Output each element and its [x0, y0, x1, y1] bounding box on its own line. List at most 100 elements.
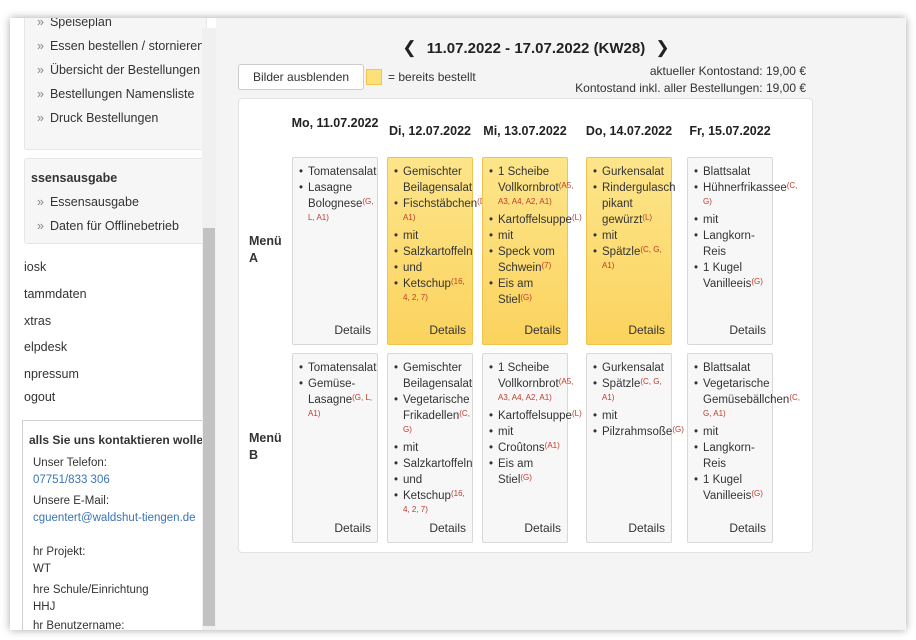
- meal-items-list: Tomatensalat Gemüse-Lasagne(G, L, A1): [293, 354, 377, 424]
- sidebar-link-extras[interactable]: xtras: [24, 314, 51, 328]
- meal-cell[interactable]: Blattsalat Hühnerfrikassee(C, G) mit Langko…: [687, 157, 797, 345]
- meal-cell[interactable]: 1 Scheibe Vollkornbrot(A5, A3, A4, A2, A…: [482, 353, 582, 543]
- meal-item-text: mit: [703, 426, 719, 438]
- meal-cell-ordered[interactable]: Gurkensalat Rindergulasch pikant gewürzt(…: [586, 157, 676, 345]
- meal-cell-ordered[interactable]: Gemischter BeilagensalatFischstäbchen(D,…: [387, 157, 488, 345]
- sidebar-panel-ordering: » Speiseplan » Essen bestellen / storniere…: [24, 18, 207, 150]
- contact-email[interactable]: cguentert@waldshut-tiengen.de: [33, 512, 196, 524]
- bullet-icon: »: [37, 18, 44, 29]
- sidebar-item-offline[interactable]: » Daten für Offlinebetrieb: [37, 219, 179, 233]
- meal-item: mit: [694, 212, 768, 228]
- meal-item-text: 1 Kugel Vanilleeis: [703, 262, 752, 290]
- sidebar-link-impressum[interactable]: npressum: [24, 367, 79, 381]
- meal-item-text: Vegetarische Gemüsebällchen: [703, 378, 790, 406]
- allergen-codes: (7): [541, 261, 552, 270]
- bullet-icon: »: [37, 39, 44, 53]
- meal-item-text: mit: [403, 230, 419, 242]
- meal-item-text: Ketschup: [403, 278, 451, 290]
- sidebar-item-bestellen[interactable]: » Essen bestellen / stornieren: [37, 39, 204, 53]
- meal-item-text: Kartoffelsuppe: [498, 214, 572, 226]
- meal-cell[interactable]: Blattsalat Vegetarische Gemüsebällchen(C,…: [687, 353, 800, 543]
- sidebar: » Speiseplan » Essen bestellen / storniere…: [10, 18, 215, 630]
- details-link[interactable]: Details: [429, 323, 466, 337]
- sidebar-item-namensliste[interactable]: » Bestellungen Namensliste: [37, 87, 194, 101]
- bullet-icon: »: [37, 111, 44, 125]
- meal-cell[interactable]: Tomatensalat Lasagne Bolognese(G, L, A1) D…: [292, 157, 378, 345]
- day-header: Di, 12.07.2022: [388, 124, 471, 138]
- meal-item: mit: [593, 408, 667, 424]
- day-header: Do, 14.07.2022: [585, 124, 673, 138]
- meal-item-text: Gemischter Beilagensalat: [403, 362, 473, 390]
- ordered-legend-label: = bereits bestellt: [388, 70, 476, 84]
- meal-item-text: mit: [498, 230, 514, 242]
- meal-items-list: Blattsalat Hühnerfrikassee(C, G) mit Langko…: [688, 158, 797, 292]
- meal-item: 1 Kugel Vanilleeis(G): [694, 472, 768, 504]
- meal-item-text: Kartoffelsuppe: [498, 410, 572, 422]
- meal-item-text: Gemüse-Lasagne: [308, 378, 356, 406]
- sidebar-link-helpdesk[interactable]: elpdesk: [24, 340, 67, 354]
- hide-images-button[interactable]: Bilder ausblenden: [238, 64, 365, 90]
- meal-item: Langkorn-Reis: [694, 228, 768, 260]
- meal-item: Ketschup(16, 4, 2, 7): [394, 488, 468, 520]
- meal-item: Gurkensalat: [593, 360, 667, 376]
- meal-item-text: mit: [602, 230, 618, 242]
- details-link[interactable]: Details: [429, 521, 466, 535]
- meal-item-text: Blattsalat: [703, 166, 751, 178]
- meal-item-text: Fischstäbchen: [403, 198, 478, 210]
- scrollbar-thumb[interactable]: [203, 228, 215, 626]
- balance-incl-orders: Kontostand inkl. aller Bestellungen: 19,…: [575, 81, 806, 95]
- sidebar-item-druck[interactable]: » Druck Bestellungen: [37, 111, 158, 125]
- ordered-legend-swatch: [366, 69, 382, 85]
- meal-items-list: Gurkensalat Spätzle(C, G, A1) mit Pilzrahms…: [587, 354, 684, 440]
- day-header: Mo, 11.07.2022: [291, 116, 379, 130]
- meal-cell[interactable]: Tomatensalat Gemüse-Lasagne(G, L, A1) Deta…: [292, 353, 378, 543]
- details-link[interactable]: Details: [729, 521, 766, 535]
- meal-cell[interactable]: Gemischter BeilagensalatVegetarische Fri…: [387, 353, 473, 543]
- meal-item: Gemüse-Lasagne(G, L, A1): [299, 376, 373, 424]
- bullet-icon: »: [37, 87, 44, 101]
- sidebar-item-speiseplan[interactable]: » Speiseplan: [37, 18, 112, 29]
- meal-items-list: Gemischter BeilagensalatFischstäbchen(D,…: [388, 158, 488, 308]
- meal-item-text: Salzkartoffeln: [403, 458, 473, 470]
- meal-item: Croûtons(A1): [489, 440, 563, 456]
- sidebar-link-kiosk[interactable]: iosk: [24, 260, 46, 274]
- meal-item-text: Lasagne Bolognese: [308, 182, 363, 210]
- contact-phone[interactable]: 07751/833 306: [33, 474, 110, 486]
- sidebar-item-uebersicht[interactable]: » Übersicht der Bestellungen: [37, 63, 200, 77]
- meal-item: und: [394, 472, 468, 488]
- meal-items-list: 1 Scheibe Vollkornbrot(A5, A3, A4, A2, A…: [483, 158, 582, 308]
- meal-item-text: Gemischter Beilagensalat: [403, 166, 473, 194]
- details-link[interactable]: Details: [524, 323, 561, 337]
- meal-item-text: Rindergulasch pikant gewürzt: [602, 182, 676, 226]
- contact-phone-label: Unser Telefon:: [33, 457, 107, 469]
- meal-item-text: und: [403, 262, 423, 274]
- contact-email-label: Unsere E-Mail:: [33, 495, 110, 507]
- meal-item-text: Tomatensalat: [308, 362, 377, 374]
- sidebar-item-essensausgabe[interactable]: » Essensausgabe: [37, 195, 139, 209]
- next-week-icon[interactable]: ❯: [655, 38, 669, 57]
- sidebar-link-logout[interactable]: ogout: [24, 390, 55, 404]
- sidebar-link-stammdaten[interactable]: tammdaten: [24, 287, 87, 301]
- meal-item: und: [394, 260, 468, 276]
- meal-item: Salzkartoffeln: [394, 456, 472, 472]
- details-link[interactable]: Details: [729, 323, 766, 337]
- meal-item: Gurkensalat: [593, 164, 667, 180]
- details-link[interactable]: Details: [628, 521, 665, 535]
- prev-week-icon[interactable]: ❮: [402, 38, 416, 57]
- allergen-codes: (L): [571, 213, 582, 222]
- allergen-codes: (G): [672, 425, 684, 434]
- sidebar-scrollbar[interactable]: [202, 28, 216, 630]
- meal-items-list: Tomatensalat Lasagne Bolognese(G, L, A1): [293, 158, 377, 228]
- meal-cell-ordered[interactable]: 1 Scheibe Vollkornbrot(A5, A3, A4, A2, A…: [482, 157, 582, 345]
- meal-item-text: 1 Scheibe Vollkornbrot: [498, 166, 559, 194]
- meal-item: mit: [489, 228, 563, 244]
- details-link[interactable]: Details: [628, 323, 665, 337]
- meal-items-list: Gemischter BeilagensalatVegetarische Fri…: [388, 354, 472, 520]
- details-link[interactable]: Details: [334, 521, 371, 535]
- menu-label: Menü B: [249, 431, 282, 462]
- meal-cell[interactable]: Gurkensalat Spätzle(C, G, A1) mit Pilzrahms…: [586, 353, 684, 543]
- contact-username-label: hr Benutzername:: [33, 620, 125, 630]
- details-link[interactable]: Details: [334, 323, 371, 337]
- sidebar-item-label: Übersicht der Bestellungen: [49, 63, 201, 77]
- details-link[interactable]: Details: [524, 521, 561, 535]
